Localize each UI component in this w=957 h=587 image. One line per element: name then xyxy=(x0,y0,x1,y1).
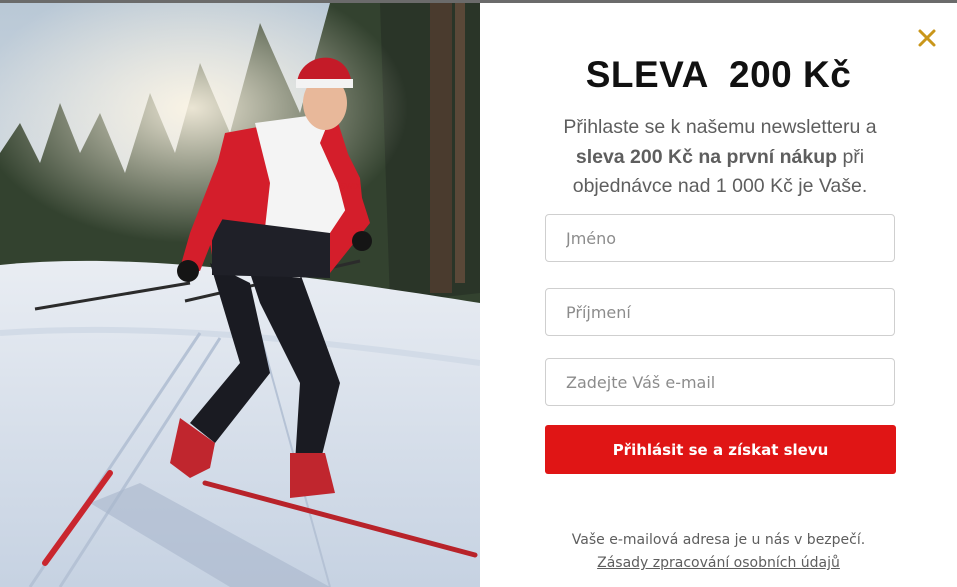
privacy-note: Vaše e-mailová adresa je u nás v bezpečí… xyxy=(571,532,866,548)
privacy-policy: Zásady zpracování osobních údajů xyxy=(480,555,957,571)
subscribe-button[interactable]: Přihlásit se a získat slevu xyxy=(545,425,896,474)
first-name-input[interactable] xyxy=(545,214,895,262)
popup-description: Přihlaste se k našemu newsletteru a slev… xyxy=(540,113,900,202)
newsletter-popup: SWIX SLEVA 200 Kč Přihlaste se k našemu … xyxy=(0,0,957,587)
skier-photo: SWIX xyxy=(0,3,480,587)
last-name-input[interactable] xyxy=(545,288,895,336)
close-icon[interactable] xyxy=(915,26,939,50)
email-input[interactable] xyxy=(545,358,895,406)
jacket-logo: SWIX xyxy=(340,182,361,191)
privacy-policy-link[interactable]: Zásady zpracování osobních údajů xyxy=(597,555,840,571)
desc-text-start: Přihlaste se k našemu newsletteru a xyxy=(563,116,877,138)
popup-title: SLEVA 200 Kč xyxy=(585,54,852,95)
desc-text-bold: sleva 200 Kč na první nákup xyxy=(575,145,838,168)
